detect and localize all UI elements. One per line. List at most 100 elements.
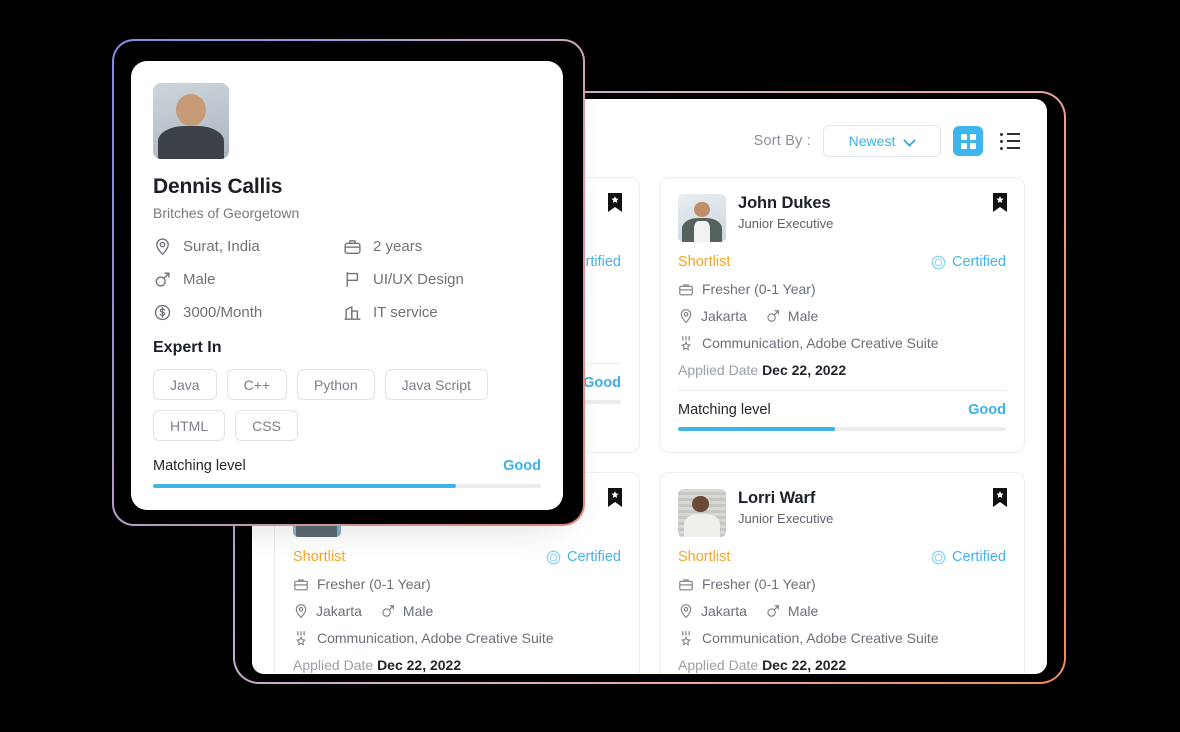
skill-chip[interactable]: Python xyxy=(297,369,375,400)
location-pin-icon xyxy=(293,603,309,619)
bookmark-icon[interactable] xyxy=(607,192,623,213)
skill-chip[interactable]: Java xyxy=(153,369,217,400)
list-view-icon xyxy=(1000,132,1020,150)
skills-value: Communication, Adobe Creative Suite xyxy=(702,630,939,646)
candidate-name: John Dukes xyxy=(738,194,831,212)
bookmark-icon[interactable] xyxy=(992,192,1008,213)
sort-by-select[interactable]: Newest xyxy=(823,125,941,157)
flag-icon xyxy=(343,270,362,289)
briefcase-icon xyxy=(678,576,694,592)
applied-date-row: Applied Date Dec 22, 2022 xyxy=(678,362,1006,378)
candidate-header: Lorri Warf Junior Executive xyxy=(678,489,1006,537)
dollar-circle-icon xyxy=(153,303,172,322)
featured-experience: 2 years xyxy=(343,237,541,256)
matching-value: Good xyxy=(968,402,1006,418)
featured-experience-value: 2 years xyxy=(373,238,423,255)
certified-label: Certified xyxy=(952,254,1006,270)
avatar-photo xyxy=(678,489,726,537)
featured-name: Dennis Callis xyxy=(153,175,283,198)
applied-date-value: Dec 22, 2022 xyxy=(762,362,847,378)
certified-badge: Certified xyxy=(931,254,1006,270)
matching-progress-bar xyxy=(678,427,1006,431)
skill-chip-list: Java C++ Python Java Script HTML CSS xyxy=(153,369,553,441)
matching-progress-fill xyxy=(678,427,836,431)
featured-matching-value: Good xyxy=(503,458,541,474)
shortlist-badge[interactable]: Shortlist xyxy=(293,549,345,565)
shortlist-badge[interactable]: Shortlist xyxy=(678,254,730,270)
avatar xyxy=(678,489,726,537)
skills-value: Communication, Adobe Creative Suite xyxy=(317,630,554,646)
expert-in-label: Expert In xyxy=(153,339,222,356)
building-icon xyxy=(343,303,362,322)
location-pin-icon xyxy=(678,603,694,619)
status-row: Shortlist Certified xyxy=(678,549,1006,565)
skills-row: Communication, Adobe Creative Suite xyxy=(678,630,1006,646)
skill-chip[interactable]: Java Script xyxy=(384,369,488,400)
applied-date-value: Dec 22, 2022 xyxy=(762,657,847,673)
bookmark-icon[interactable] xyxy=(607,487,623,508)
experience-row: Fresher (0-1 Year) xyxy=(293,576,621,592)
location-value: Jakarta xyxy=(316,603,362,619)
shortlist-badge[interactable]: Shortlist xyxy=(678,549,730,565)
grid-view-button[interactable] xyxy=(953,126,983,156)
skills-value: Communication, Adobe Creative Suite xyxy=(702,335,939,351)
list-view-button[interactable] xyxy=(995,126,1025,156)
grid-view-icon xyxy=(960,133,976,149)
toolbar: Sort By : Newest xyxy=(754,125,1025,157)
featured-industry: IT service xyxy=(343,303,541,322)
location-gender-row: Jakarta Male xyxy=(678,308,1006,324)
certified-icon xyxy=(546,550,561,564)
bookmark-icon[interactable] xyxy=(992,487,1008,508)
skills-row: Communication, Adobe Creative Suite xyxy=(293,630,621,646)
location-pin-icon xyxy=(153,237,172,256)
candidate-role: Junior Executive xyxy=(738,511,834,526)
gender-value: Male xyxy=(402,603,434,619)
featured-gender: Male xyxy=(153,270,343,289)
location-value: Jakarta xyxy=(701,603,747,619)
candidate-card[interactable]: John Dukes Junior Executive Shortlist Ce… xyxy=(659,177,1025,453)
certified-badge: Certified xyxy=(931,549,1006,565)
male-gender-icon xyxy=(380,603,396,619)
featured-candidate-card[interactable]: Dennis Callis Britches of Georgetown Sur… xyxy=(131,61,563,510)
avatar xyxy=(678,194,726,242)
candidate-header: John Dukes Junior Executive xyxy=(678,194,1006,242)
applied-date-label: Applied Date xyxy=(678,657,759,673)
chevron-down-icon xyxy=(905,136,915,146)
candidate-card[interactable]: Lorri Warf Junior Executive Shortlist Ce… xyxy=(659,472,1025,674)
matching-row: Matching level Good xyxy=(678,402,1006,418)
status-row: Shortlist Certified xyxy=(293,549,621,565)
featured-matching-progress-bar xyxy=(153,484,541,488)
matching-value: Good xyxy=(583,375,621,391)
skill-chip[interactable]: HTML xyxy=(153,410,226,441)
skill-chip[interactable]: C++ xyxy=(226,369,288,400)
featured-salary-value: 3000/Month xyxy=(183,304,263,321)
featured-details-grid: Surat, India 2 years Male UI/UX Design 3… xyxy=(153,237,541,322)
gender-value: Male xyxy=(787,603,819,619)
featured-company: Britches of Georgetown xyxy=(153,205,300,221)
male-gender-icon xyxy=(153,270,172,289)
candidate-name: Lorri Warf xyxy=(738,489,816,507)
applied-date-label: Applied Date xyxy=(293,657,374,673)
featured-salary: 3000/Month xyxy=(153,303,343,322)
featured-location-value: Surat, India xyxy=(183,238,260,255)
featured-role-value: UI/UX Design xyxy=(373,271,464,288)
avatar-photo xyxy=(678,194,726,242)
experience-value: Fresher (0-1 Year) xyxy=(317,576,431,592)
divider xyxy=(678,390,1006,391)
gender-value: Male xyxy=(787,308,819,324)
experience-row: Fresher (0-1 Year) xyxy=(678,576,1006,592)
applied-date-row: Applied Date Dec 22, 2022 xyxy=(678,657,1006,673)
screen: Sort By : Newest Certified Good John Duk… xyxy=(0,0,1180,732)
certified-label: Certified xyxy=(952,549,1006,565)
medal-icon xyxy=(678,630,694,646)
applied-date-value: Dec 22, 2022 xyxy=(377,657,462,673)
skill-chip[interactable]: CSS xyxy=(235,410,298,441)
certified-icon xyxy=(931,255,946,269)
experience-value: Fresher (0-1 Year) xyxy=(702,281,816,297)
medal-icon xyxy=(293,630,309,646)
briefcase-icon xyxy=(293,576,309,592)
location-gender-row: Jakarta Male xyxy=(678,603,1006,619)
featured-avatar xyxy=(153,83,229,159)
experience-row: Fresher (0-1 Year) xyxy=(678,281,1006,297)
featured-gender-value: Male xyxy=(183,271,216,288)
